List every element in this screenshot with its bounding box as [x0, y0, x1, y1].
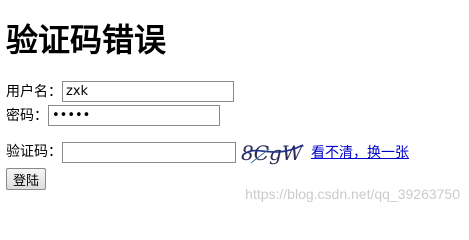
page-title: 验证码错误 — [6, 21, 167, 59]
captcha-label: 验证码： — [6, 144, 62, 160]
login-button[interactable]: 登陆 — [6, 168, 47, 190]
username-input[interactable] — [62, 81, 234, 102]
username-row: 用户名： — [6, 81, 234, 102]
captcha-input[interactable] — [62, 141, 236, 163]
captcha-text: 8CgW — [241, 141, 304, 165]
captcha-image[interactable]: 8CgW — [239, 139, 309, 165]
password-label: 密码： — [6, 107, 48, 124]
username-label: 用户名： — [6, 83, 62, 100]
captcha-row: 验证码： 8CgW 看不清，换一张 — [6, 139, 409, 165]
password-row: 密码： — [6, 105, 220, 126]
watermark-text: https://blog.csdn.net/qq_39263750 — [245, 186, 460, 202]
refresh-captcha-link[interactable]: 看不清，换一张 — [311, 142, 409, 162]
password-input[interactable] — [48, 105, 220, 126]
